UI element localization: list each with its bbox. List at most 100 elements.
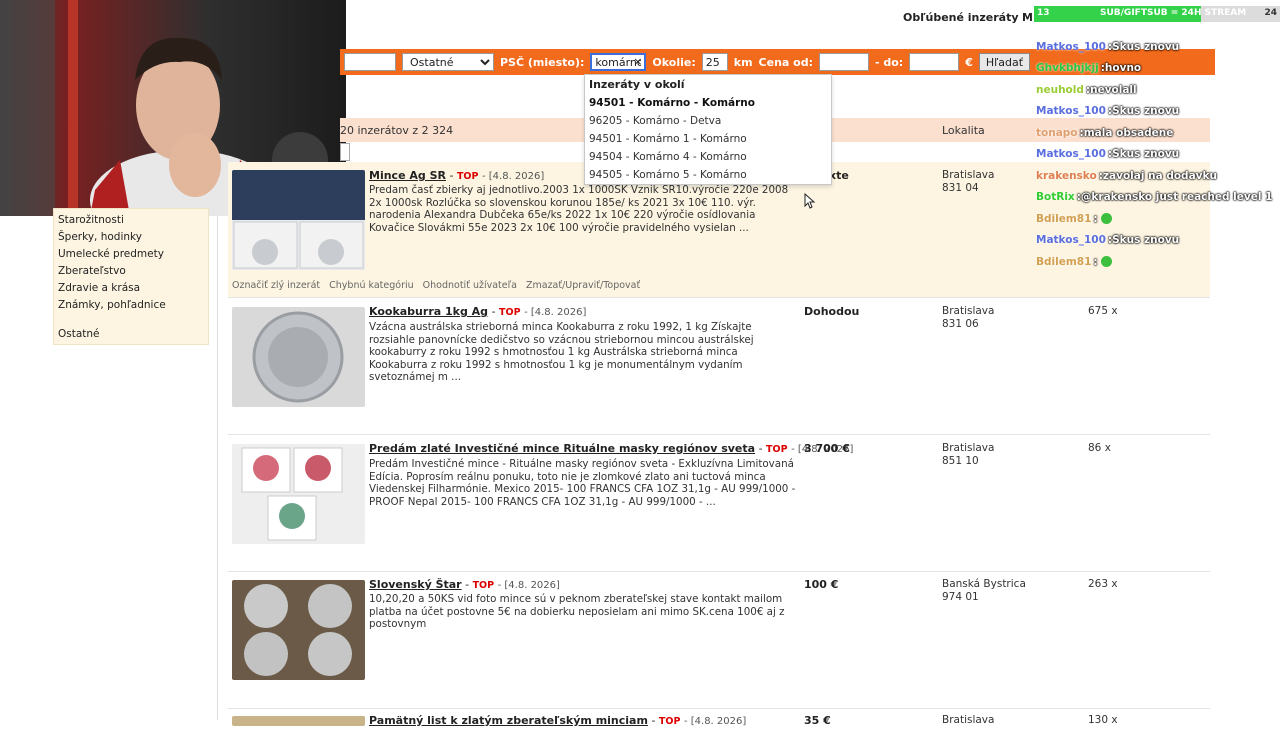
listing-location: Bratislava 831 06	[942, 305, 994, 330]
listing-thumbnail[interactable]	[232, 716, 365, 726]
chat-text: Skus znovu	[1112, 148, 1180, 161]
listing-thumbnail[interactable]	[232, 580, 365, 680]
listing-city: Bratislava	[942, 169, 995, 181]
chat-username: krakensko	[1036, 169, 1097, 182]
chat-text: zavolaj na dodavku	[1102, 169, 1217, 182]
emote-icon	[1100, 213, 1112, 225]
chat-username: Matkos_100	[1036, 105, 1106, 118]
report-ad-link[interactable]: Označiť zlý inzerát	[232, 280, 320, 291]
autocomplete-item[interactable]: 96205 - Komárno - Detva	[585, 112, 831, 130]
autocomplete-code: 94501	[589, 97, 626, 109]
stream-chat-overlay: Matkos_100: Skus znovu Ghvkbhjkjj: hovno n…	[1036, 36, 1280, 273]
chat-username: Bdilem81	[1036, 212, 1092, 225]
keyword-input[interactable]	[344, 53, 396, 71]
top-badge: TOP	[499, 307, 521, 318]
listing-description: 10,20,20 a 50KS vid foto mince sú v pekn…	[369, 593, 785, 631]
psc-field: ×	[590, 53, 647, 71]
chat-message: Matkos_100: Skus znovu	[1036, 101, 1280, 123]
okolie-input[interactable]	[701, 53, 728, 71]
currency-label: €	[965, 55, 973, 69]
sort-control[interactable]	[340, 143, 350, 161]
listing-thumbnail[interactable]	[232, 170, 365, 270]
content-divider	[217, 216, 218, 720]
edit-ad-link[interactable]: Zmazať/Upraviť/Topovať	[526, 280, 640, 291]
listing-title-line: Kookaburra 1kg Ag - TOP - [4.8. 2026]	[369, 305, 587, 318]
listing-row: Kookaburra 1kg Ag - TOP - [4.8. 2026] Vz…	[228, 299, 1210, 435]
chat-text: @krakensko just reached level 1	[1080, 191, 1273, 204]
listing-title-line: Mince Ag SR - TOP - [4.8. 2026]	[369, 169, 545, 182]
autocomplete-item[interactable]: 94505 - Komárno 5 - Komárno	[585, 166, 831, 184]
category-sidebar: Starožitnosti Šperky, hodinky Umelecké p…	[53, 208, 209, 345]
autocomplete-item[interactable]: 94501 - Komárno - Komárno	[585, 94, 831, 112]
autocomplete-item[interactable]: 94501 - Komárno 1 - Komárno	[585, 130, 831, 148]
listing-actions: Označiť zlý inzerát Chybnú kategóriu Oho…	[232, 280, 640, 291]
category-select[interactable]: Ostatné	[402, 53, 494, 71]
top-badge: TOP	[456, 171, 479, 182]
listing-thumbnail[interactable]	[232, 307, 365, 407]
listing-title[interactable]: Predám zlaté Investičné mince Rituálne m…	[369, 442, 755, 455]
sidebar-item-sperky[interactable]: Šperky, hodinky	[54, 229, 208, 246]
header-menu-link[interactable]: M	[1022, 11, 1033, 24]
listing-title[interactable]: Kookaburra 1kg Ag	[369, 305, 488, 318]
autocomplete-item[interactable]: 94504 - Komárno 4 - Komárno	[585, 148, 831, 166]
results-count: 20 inzerátov z 2 324	[340, 123, 454, 137]
listing-row: Predám zlaté Investičné mince Rituálne m…	[228, 436, 1210, 572]
listing-date: [4.8. 2026]	[530, 307, 587, 318]
listing-price: 100 €	[804, 578, 839, 591]
listing-description: Predám Investičné mince - Rituálne masky…	[369, 458, 796, 508]
listing-price: 3 700 €	[804, 442, 850, 455]
top-badge: TOP	[766, 444, 788, 455]
listing-city: Bratislava	[942, 714, 995, 726]
chat-username: Ghvkbhjkjj	[1036, 62, 1099, 75]
rate-user-link[interactable]: Ohodnotiť užívateľa	[423, 280, 517, 291]
sub-goal-bar: 13 SUB/GIFTSUB = 24H STREAM 24	[1034, 6, 1280, 22]
price-from-input[interactable]	[818, 53, 869, 71]
chat-message: BotRix: @krakensko just reached level 1	[1036, 187, 1280, 209]
cena-do-label: - do:	[874, 55, 904, 69]
listing-location: Bratislava 851 10	[942, 442, 994, 467]
autocomplete-code: 96205	[589, 115, 623, 127]
chat-text: Skus znovu	[1112, 234, 1180, 247]
listing-title[interactable]: Pamätný list k zlatým zberateľským minci…	[369, 714, 648, 727]
top-badge: TOP	[472, 580, 495, 591]
listing-views: 263 x	[1088, 578, 1118, 590]
clear-icon[interactable]: ×	[633, 55, 642, 68]
okolie-label: Okolie:	[652, 55, 696, 69]
chat-text: mala obsadene	[1083, 126, 1174, 139]
listing-city: Banská Bystrica	[942, 578, 1026, 590]
chat-separator: :	[1093, 255, 1098, 268]
listing-title[interactable]: Mince Ag SR	[369, 169, 446, 182]
sidebar-item-ostatne[interactable]: Ostatné	[54, 326, 208, 343]
chat-text: Skus znovu	[1112, 40, 1180, 53]
location-column-header: Lokalita	[942, 123, 985, 137]
listing-city: Bratislava	[942, 305, 995, 317]
search-button[interactable]: Hľadať	[978, 53, 1031, 71]
autocomplete-code: 94505	[589, 169, 623, 181]
chat-message: Bdilem81:	[1036, 208, 1280, 230]
price-to-input[interactable]	[909, 53, 960, 71]
listing-title[interactable]: Slovenský Štar	[369, 578, 462, 591]
listing-views: 675 x	[1088, 305, 1118, 317]
chat-message: Matkos_100: Skus znovu	[1036, 144, 1280, 166]
listing-date: [4.8. 2026]	[690, 716, 747, 727]
listing-date: [4.8. 2026]	[504, 580, 560, 591]
chat-username: Matkos_100	[1036, 234, 1106, 247]
autocomplete-text: - Komárno - Detva	[622, 115, 722, 127]
listing-thumbnail[interactable]	[232, 444, 365, 544]
sidebar-item-zberatelstvo[interactable]: Zberateľstvo	[54, 263, 208, 280]
chat-username: Bdilem81	[1036, 255, 1092, 268]
autocomplete-text: - Komárno 5 - Komárno	[622, 169, 747, 181]
favorites-link[interactable]: Obľúbené inzeráty	[903, 11, 1019, 24]
wrong-category-link[interactable]: Chybnú kategóriu	[329, 280, 414, 291]
sidebar-item-umelecke[interactable]: Umelecké predmety	[54, 246, 208, 263]
sidebar-item-zdravie[interactable]: Zdravie a krása	[54, 280, 208, 297]
emote-icon	[1100, 256, 1112, 268]
cena-od-label: Cena od:	[758, 55, 813, 69]
listing-zip: 831 06	[942, 317, 979, 330]
listing-price: 35 €	[804, 714, 831, 727]
sidebar-item-znamky[interactable]: Známky, pohľadnice	[54, 297, 208, 314]
listing-zip: 851 10	[942, 454, 979, 467]
chat-username: Matkos_100	[1036, 40, 1106, 53]
autocomplete-header: Inzeráty v okolí	[589, 78, 685, 91]
sidebar-item-starozitnosti[interactable]: Starožitnosti	[54, 212, 208, 229]
